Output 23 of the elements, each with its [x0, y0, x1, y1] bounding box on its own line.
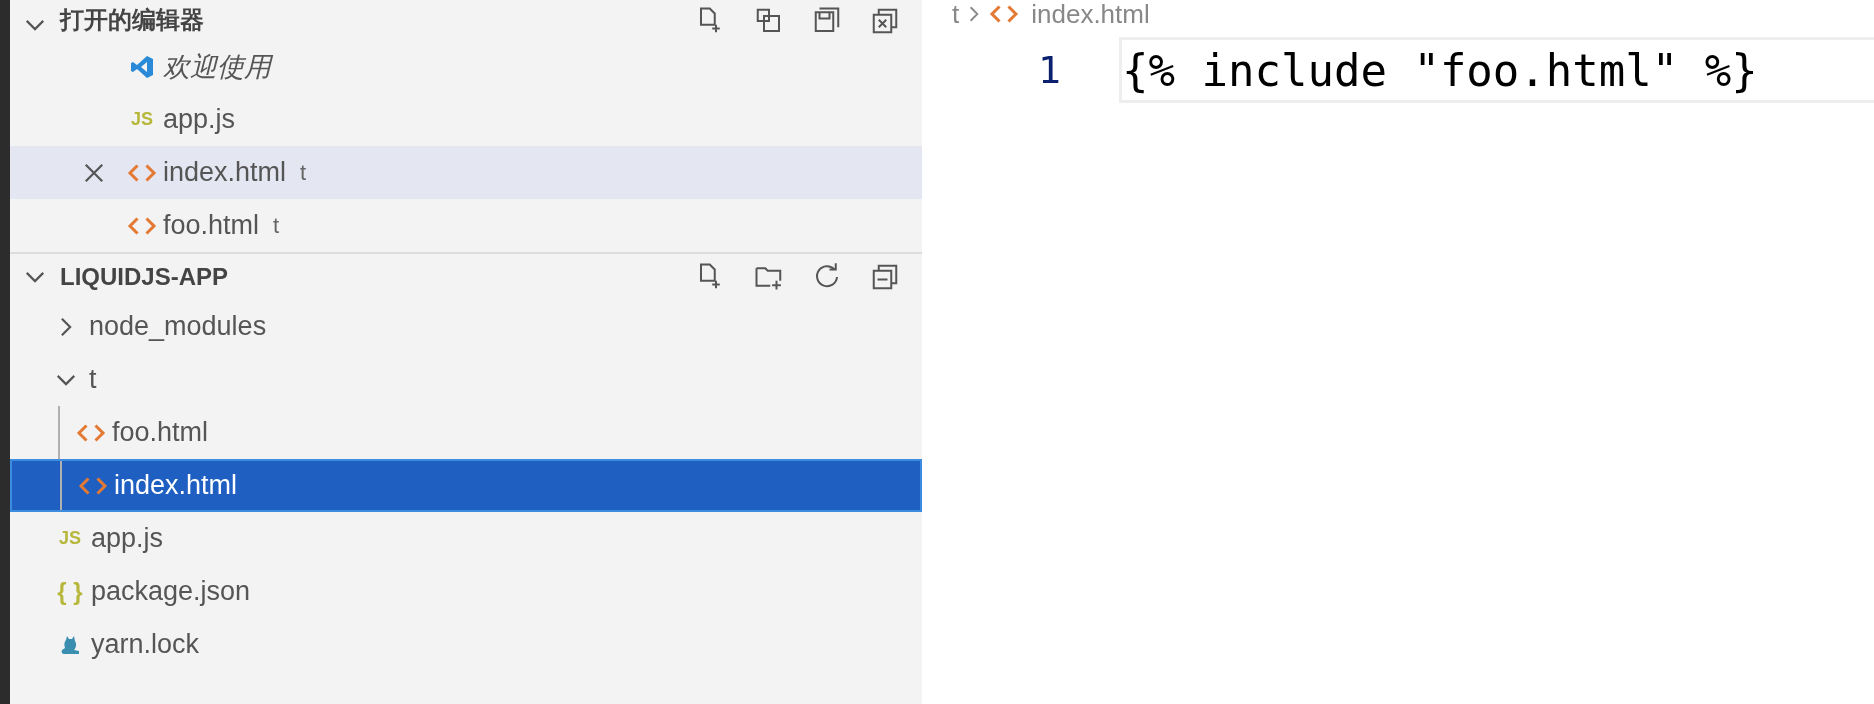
file-item[interactable]: index.html [10, 459, 922, 512]
js-file-icon: JS [127, 109, 157, 130]
file-item[interactable]: foo.html [10, 406, 922, 459]
line-number: 1 [1037, 48, 1062, 92]
close-all-icon[interactable] [870, 6, 900, 36]
breadcrumb-item[interactable]: t [952, 0, 960, 30]
js-file-icon: JS [55, 528, 85, 549]
file-item[interactable]: JS app.js [10, 512, 922, 565]
folder-item[interactable]: t [10, 353, 922, 406]
braces-icon: { } [55, 577, 85, 606]
code-line: {% include "foo.html" %} [1119, 37, 1874, 103]
section-title: 打开的编辑器 [60, 5, 205, 35]
collapse-all-icon[interactable] [870, 262, 900, 292]
breadcrumb-item[interactable]: index.html [1031, 0, 1150, 30]
close-icon[interactable] [83, 161, 105, 184]
file-item[interactable]: { } package.json [10, 565, 922, 618]
open-editor-item[interactable]: JS app.js [10, 93, 922, 146]
open-editor-item[interactable]: 欢迎使用 [10, 40, 922, 93]
folder-item[interactable]: node_modules [10, 300, 922, 353]
open-editor-item[interactable]: index.html t [10, 146, 922, 199]
file-item[interactable]: yarn.lock [10, 618, 922, 671]
section-title: LIQUIDJS-APP [60, 263, 230, 291]
open-editor-item[interactable]: foo.html t [10, 199, 922, 252]
